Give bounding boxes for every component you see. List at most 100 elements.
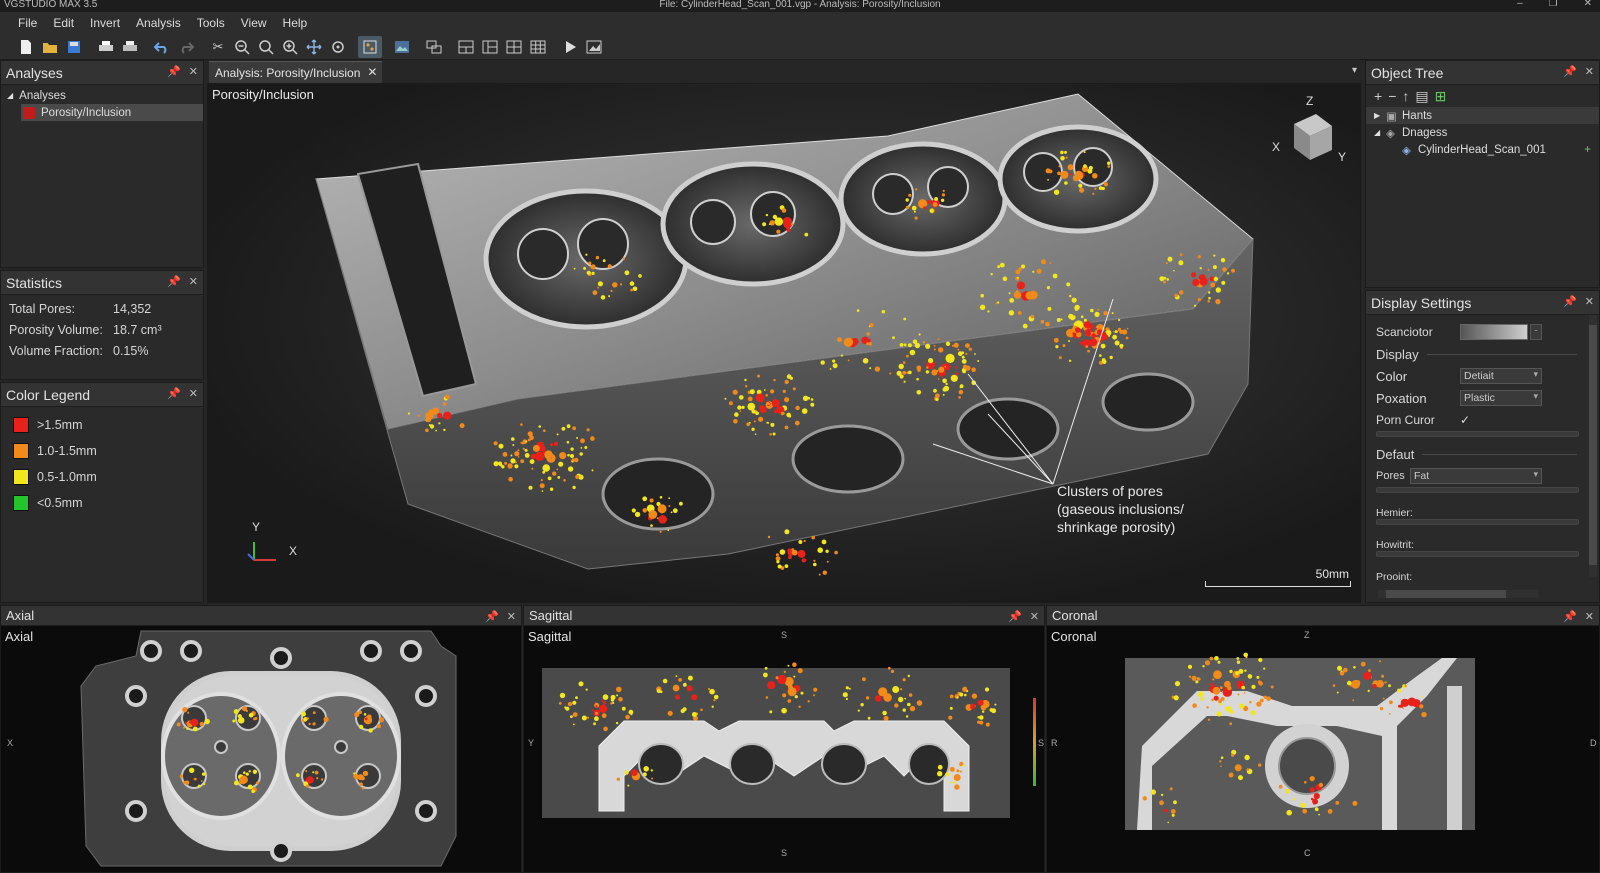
color-dropdown[interactable]: Detiait xyxy=(1460,368,1542,384)
pore-marker xyxy=(1022,323,1028,329)
pore-marker xyxy=(713,694,719,700)
pore-marker xyxy=(990,273,993,276)
maximize-button[interactable]: ❐ xyxy=(1549,0,1558,9)
tree-item-cylinderhead-scan[interactable]: ◈ CylinderHead_Scan_001 + xyxy=(1366,141,1599,158)
tree-item-hants[interactable]: ▶ ▣ Hants xyxy=(1366,107,1599,124)
remove-icon[interactable]: − xyxy=(1388,88,1396,104)
rotate-icon[interactable] xyxy=(326,36,350,58)
export-image-icon[interactable] xyxy=(582,36,606,58)
poxation-dropdown[interactable]: Plastic xyxy=(1460,390,1542,406)
pore-marker xyxy=(565,706,570,711)
vertical-scrollbar[interactable] xyxy=(1589,315,1597,577)
tab-list-dropdown-icon[interactable]: ▾ xyxy=(1352,65,1357,76)
tree-view-icon[interactable]: ⊞ xyxy=(1435,88,1447,105)
menu-file[interactable]: File xyxy=(10,16,45,30)
pin-icon[interactable]: 📌 xyxy=(1008,610,1022,623)
pores-dropdown[interactable]: Fat xyxy=(1410,468,1542,484)
menu-view[interactable]: View xyxy=(233,16,275,30)
pore-marker xyxy=(1259,698,1264,703)
add-icon[interactable]: + xyxy=(1374,88,1382,104)
layout-2-icon[interactable] xyxy=(478,36,502,58)
layout-3-icon[interactable] xyxy=(502,36,526,58)
pore-marker xyxy=(909,349,916,356)
render-icon[interactable] xyxy=(390,36,414,58)
collapsed-arrow-icon[interactable]: ▶ xyxy=(1374,111,1386,120)
pore-marker xyxy=(192,726,198,732)
porn-curor-checkbox[interactable]: ✓ xyxy=(1460,413,1470,427)
move-up-icon[interactable]: ↑ xyxy=(1402,88,1409,104)
play-icon[interactable] xyxy=(558,36,582,58)
tree-item-analyses-root[interactable]: ◢ Analyses xyxy=(1,87,203,104)
close-icon[interactable]: ✕ xyxy=(1585,295,1594,308)
menu-invert[interactable]: Invert xyxy=(82,16,128,30)
cut-icon[interactable]: ✂ xyxy=(206,36,230,58)
pin-icon[interactable]: 📌 xyxy=(167,65,181,78)
pore-marker xyxy=(1313,793,1320,800)
close-icon[interactable]: ✕ xyxy=(189,65,198,78)
undo-icon[interactable] xyxy=(150,36,174,58)
close-icon[interactable]: ✕ xyxy=(507,610,516,623)
display-slider[interactable] xyxy=(1376,431,1579,437)
orientation-cube[interactable]: Z X Y xyxy=(1268,94,1348,169)
axial-view-panel[interactable]: Axial 📌✕ Axial X S A xyxy=(0,605,522,873)
pore-marker xyxy=(586,270,591,275)
minimize-button[interactable]: – xyxy=(1517,0,1523,9)
add-child-icon[interactable]: + xyxy=(1584,144,1591,156)
pore-marker xyxy=(628,774,631,776)
new-file-icon[interactable] xyxy=(14,36,38,58)
close-icon[interactable]: ✕ xyxy=(1585,65,1594,78)
redo-icon[interactable] xyxy=(174,36,198,58)
layout-1-icon[interactable] xyxy=(454,36,478,58)
pin-icon[interactable]: 📌 xyxy=(1563,610,1577,623)
expand-arrow-icon[interactable]: ◢ xyxy=(1374,128,1386,137)
legend-item: 1.0-1.5mm xyxy=(1,438,203,464)
pin-icon[interactable]: 📌 xyxy=(167,275,181,288)
pin-icon[interactable]: 📌 xyxy=(167,387,181,400)
pore-marker xyxy=(769,710,773,714)
zoom-out-icon[interactable] xyxy=(230,36,254,58)
tree-item-dnagess[interactable]: ◢ ◈ Dnagess xyxy=(1366,124,1599,141)
menu-analysis[interactable]: Analysis xyxy=(128,16,189,30)
grid-icon[interactable] xyxy=(526,36,550,58)
porosity-analysis-icon[interactable] xyxy=(358,35,382,58)
open-folder-icon[interactable] xyxy=(38,36,62,58)
pore-marker xyxy=(933,348,936,351)
menu-help[interactable]: Help xyxy=(275,16,316,30)
pore-marker xyxy=(603,726,608,732)
pore-marker xyxy=(591,709,594,712)
print-preview-icon[interactable] xyxy=(118,36,142,58)
zoom-icon[interactable] xyxy=(254,36,278,58)
main-3d-viewport[interactable]: Porosity/Inclusion Clusters of pores (ga… xyxy=(207,83,1361,603)
close-button[interactable]: ✕ xyxy=(1584,0,1592,9)
pin-icon[interactable]: 📌 xyxy=(1563,295,1577,308)
pore-marker xyxy=(1247,674,1253,679)
sagittal-view-panel[interactable]: Sagittal 📌 ✕ Sagittal S Y S S xyxy=(523,605,1045,873)
print-icon[interactable] xyxy=(94,36,118,58)
close-tab-icon[interactable]: ✕ xyxy=(367,65,377,79)
close-icon[interactable]: ✕ xyxy=(1030,610,1039,623)
scanciotor-menu-button[interactable]: - xyxy=(1530,324,1542,340)
pore-marker xyxy=(856,309,860,312)
porn-curor-label: Porn Curor xyxy=(1376,413,1435,427)
zoom-in-icon[interactable] xyxy=(278,36,302,58)
close-icon[interactable]: ✕ xyxy=(189,387,198,400)
horizontal-scrollbar[interactable] xyxy=(1378,590,1538,598)
pin-icon[interactable]: 📌 xyxy=(1563,65,1577,78)
close-icon[interactable]: ✕ xyxy=(189,275,198,288)
close-icon[interactable]: ✕ xyxy=(1585,610,1594,623)
group-icon[interactable]: ▤ xyxy=(1415,88,1428,105)
pore-marker xyxy=(792,662,797,667)
tree-item-porosity-inclusion[interactable]: Porosity/Inclusion xyxy=(21,104,203,121)
coronal-view-panel[interactable]: Coronal 📌 ✕ Coronal Z R D C xyxy=(1046,605,1600,873)
pin-icon[interactable]: 📌 xyxy=(485,610,499,623)
tab-analysis-porosity[interactable]: Analysis: Porosity/Inclusion ✕ xyxy=(209,61,383,83)
pore-marker xyxy=(368,728,373,733)
save-icon[interactable] xyxy=(62,36,86,58)
scanciotor-gradient-swatch[interactable] xyxy=(1460,324,1528,340)
menu-edit[interactable]: Edit xyxy=(45,16,82,30)
pan-icon[interactable] xyxy=(302,36,326,58)
pore-marker xyxy=(556,468,559,471)
menu-tools[interactable]: Tools xyxy=(189,16,233,30)
expand-arrow-icon[interactable]: ◢ xyxy=(7,91,13,100)
slice-icon[interactable] xyxy=(422,36,446,58)
